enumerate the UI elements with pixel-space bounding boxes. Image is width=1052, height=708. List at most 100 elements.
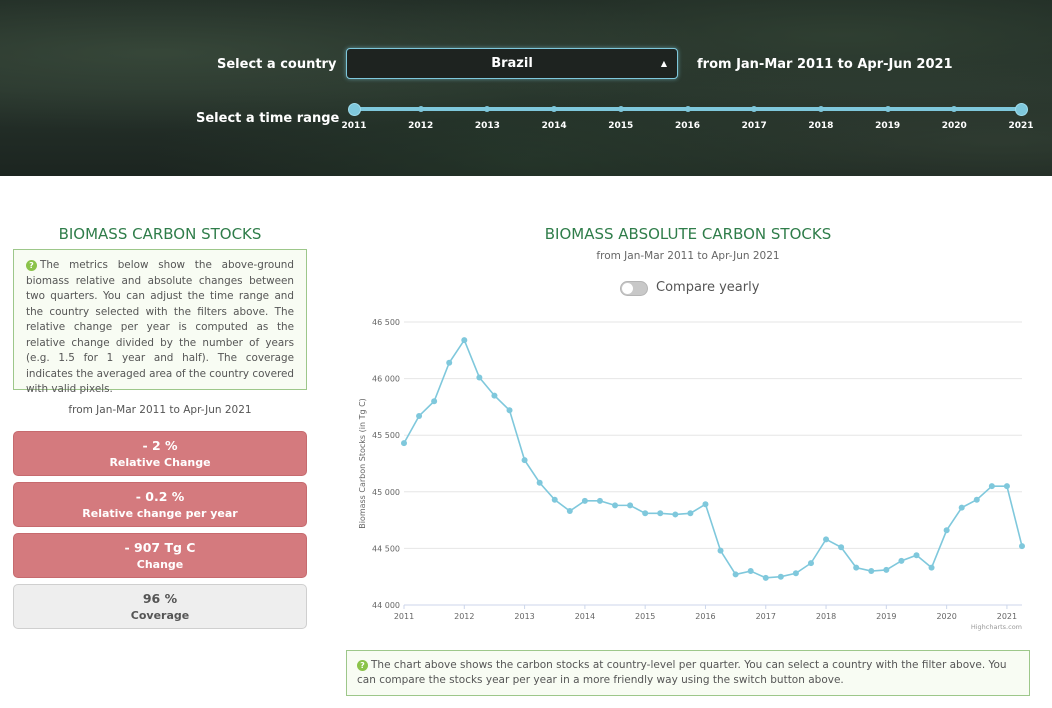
data-point: [762, 574, 769, 581]
chart-subtitle: from Jan-Mar 2011 to Apr-Jun 2021: [596, 250, 780, 262]
data-point: [732, 571, 739, 578]
metric-label: Change: [136, 558, 184, 571]
data-point: [717, 547, 724, 554]
data-point: [566, 508, 573, 515]
slider-year-label: 2021: [1008, 121, 1034, 131]
slider-year-label: 2018: [808, 121, 834, 131]
data-point: [506, 407, 513, 414]
x-tick-label: 2014: [575, 612, 595, 621]
data-point: [807, 560, 814, 567]
header-banner: [0, 0, 1052, 176]
slider-end-handle[interactable]: [1014, 103, 1028, 116]
slider-year-label: 2014: [541, 121, 567, 131]
x-tick-label: 2021: [997, 612, 1017, 621]
relative-change-card: - 2 % Relative Change: [13, 431, 307, 476]
time-range-label: Select a time range: [196, 111, 340, 126]
x-tick-label: 2015: [635, 612, 655, 621]
slider-tick: [817, 106, 824, 112]
highcharts-credit: Highcharts.com: [971, 623, 1022, 631]
y-tick-label: 45 000: [372, 488, 400, 497]
data-point: [838, 544, 845, 551]
chart-title: BIOMASS ABSOLUTE CARBON STOCKS: [544, 225, 832, 243]
slider-tick: [884, 106, 891, 112]
slider-year-label: 2019: [875, 121, 901, 131]
country-value: Brazil: [491, 56, 533, 71]
metric-label: Relative Change: [109, 456, 211, 469]
metric-value: - 2 %: [142, 438, 178, 453]
slider-year-label: 2012: [408, 121, 434, 131]
metrics-info-box: ? The metrics below show the above-ground…: [13, 249, 307, 395]
left-panel-title: BIOMASS CARBON STOCKS: [58, 225, 262, 243]
data-point: [446, 359, 453, 366]
help-icon: ?: [357, 660, 368, 671]
data-point: [521, 457, 528, 464]
metric-label: Coverage: [130, 609, 190, 622]
country-label: Select a country: [217, 57, 337, 72]
x-tick-label: 2011: [394, 612, 414, 621]
slider-year-label: 2016: [674, 121, 701, 131]
x-tick-label: 2019: [876, 612, 896, 621]
chart-info-box: ? The chart above shows the carbon stocks…: [346, 650, 1030, 696]
y-tick-label: 46 500: [372, 318, 400, 327]
data-point: [777, 573, 784, 580]
slider-year-label: 2017: [741, 121, 767, 131]
data-point: [883, 566, 890, 573]
series-line: [403, 338, 1023, 579]
data-point: [416, 412, 423, 419]
data-point: [853, 564, 860, 571]
slider-year-label: 2013: [474, 121, 500, 131]
coverage-card: 96 % Coverage: [13, 584, 307, 629]
slider-tick: [617, 106, 624, 112]
slider-year-label: 2011: [341, 121, 367, 131]
data-point: [898, 557, 905, 564]
x-tick-label: 2013: [514, 612, 534, 621]
data-point: [687, 510, 694, 517]
data-point: [581, 497, 588, 504]
data-point: [672, 511, 679, 518]
data-point: [401, 440, 407, 447]
data-point: [988, 483, 995, 490]
y-tick-label: 46 000: [372, 375, 400, 384]
toggle-knob: [622, 283, 633, 294]
data-point: [958, 504, 965, 511]
select-arrows-icon: ▲: [660, 59, 667, 68]
metric-value: - 907 Tg C: [124, 540, 196, 555]
metric-value: 96 %: [142, 591, 178, 606]
data-point: [612, 502, 619, 509]
y-axis-label: Biomass Carbon Stocks (in Tg C): [358, 398, 367, 529]
selected-range-text: from Jan-Mar 2011 to Apr-Jun 2021: [697, 57, 953, 72]
relative-change-per-year-card: - 0.2 % Relative change per year: [13, 482, 307, 527]
slider-year-label: 2020: [941, 121, 967, 131]
data-point: [627, 502, 634, 509]
x-tick-label: 2018: [816, 612, 836, 621]
change-card: - 907 Tg C Change: [13, 533, 307, 578]
data-point: [823, 536, 830, 543]
data-point: [702, 501, 709, 508]
data-point: [536, 479, 543, 486]
data-point: [792, 570, 799, 577]
data-point: [913, 552, 920, 559]
compare-yearly-label: Compare yearly: [656, 280, 760, 295]
metric-label: Relative change per year: [82, 507, 238, 520]
data-point: [596, 497, 603, 504]
data-point: [747, 568, 754, 575]
chart-info-text: The chart above shows the carbon stocks …: [357, 659, 1007, 686]
y-tick-label: 44 000: [372, 601, 400, 610]
data-point: [551, 496, 558, 503]
x-tick-label: 2016: [695, 612, 715, 621]
y-tick-label: 45 500: [372, 431, 400, 440]
slider-tick: [684, 106, 691, 112]
metrics-range-text: from Jan-Mar 2011 to Apr-Jun 2021: [68, 404, 252, 416]
data-point: [476, 374, 483, 381]
country-select[interactable]: Brazil ▲: [346, 48, 678, 79]
data-point: [642, 510, 649, 517]
help-icon: ?: [26, 260, 37, 271]
slider-start-handle[interactable]: [347, 103, 361, 116]
compare-yearly-toggle[interactable]: [620, 281, 648, 296]
slider-tick: [417, 106, 424, 112]
data-point: [491, 392, 498, 399]
carbon-stocks-chart: 44 000 44 500 45 000 45 500 46 000 46 500 2011…: [358, 318, 1025, 631]
data-point: [973, 496, 980, 503]
data-point: [943, 527, 950, 534]
data-point: [461, 337, 468, 344]
